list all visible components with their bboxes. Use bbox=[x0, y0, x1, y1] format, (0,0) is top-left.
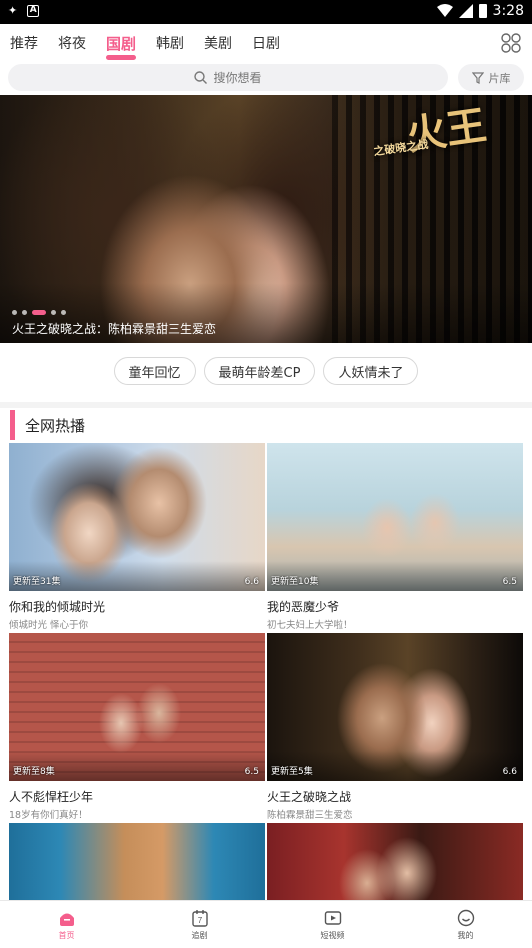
play-icon bbox=[324, 910, 341, 925]
episode-count: 更新至10集 bbox=[271, 577, 319, 587]
video-description: 初七夫妇上大学啦！ bbox=[267, 620, 353, 631]
episode-count: 更新至5集 bbox=[271, 767, 313, 777]
library-filter-button[interactable]: 片库 bbox=[458, 64, 524, 91]
rating-score: 6.6 bbox=[244, 577, 259, 587]
video-thumbnail: 更新至31集 6.6 bbox=[9, 443, 265, 591]
wifi-icon bbox=[436, 4, 453, 17]
battery-icon bbox=[478, 4, 487, 18]
nav-home[interactable]: 首页 bbox=[0, 901, 133, 948]
video-description: 18岁有你们真好！ bbox=[9, 810, 88, 821]
tab-label: 韩剧 bbox=[156, 36, 185, 52]
calendar-icon: 7 bbox=[191, 909, 208, 927]
tab-label: 国剧 bbox=[106, 34, 137, 53]
video-thumbnail: 更新至5集 6.6 bbox=[267, 633, 523, 781]
rating-score: 6.5 bbox=[502, 577, 517, 587]
section-header: 全网热播 bbox=[10, 410, 85, 440]
nav-profile[interactable]: 我的 bbox=[399, 901, 532, 948]
pagination-dot bbox=[51, 310, 56, 315]
tab-recommend[interactable]: 推荐 bbox=[10, 33, 38, 53]
video-card[interactable]: 更新至31集 6.6 你和我的倾城时光 倾城时光 怿心于你 bbox=[9, 443, 265, 631]
video-card[interactable]: 更新至8集 6.5 人不彪悍枉少年 18岁有你们真好！ bbox=[9, 633, 265, 821]
rating-score: 6.5 bbox=[244, 767, 259, 777]
nav-label: 追剧 bbox=[191, 930, 208, 940]
tab-jiangye[interactable]: 将夜 bbox=[58, 33, 86, 53]
filter-icon bbox=[471, 71, 484, 84]
tab-label: 将夜 bbox=[58, 36, 86, 52]
tab-korean-drama[interactable]: 韩剧 bbox=[156, 33, 184, 53]
tab-label: 日剧 bbox=[252, 36, 281, 52]
calendar-day: 7 bbox=[197, 916, 202, 925]
episode-count: 更新至31集 bbox=[13, 577, 61, 587]
pagination-dot bbox=[22, 310, 27, 315]
bottom-navigation: 首页 7 追剧 短视频 我的 bbox=[0, 900, 532, 948]
nav-short-video[interactable]: 短视频 bbox=[266, 901, 399, 948]
featured-banner[interactable]: 火王 之破晓之战 火王之破晓之战：陈柏霖景甜三生爱恋 bbox=[0, 95, 532, 343]
tab-label: 推荐 bbox=[10, 36, 38, 52]
search-placeholder: 搜你想看 bbox=[213, 71, 262, 85]
profile-icon bbox=[457, 909, 474, 926]
pagination-dot bbox=[61, 310, 66, 315]
tab-chinese-drama[interactable]: 国剧 bbox=[106, 33, 137, 60]
section-divider bbox=[0, 402, 532, 408]
search-row: 搜你想看 片库 bbox=[0, 64, 532, 92]
section-accent-bar bbox=[10, 410, 15, 440]
status-time: 3:28 bbox=[492, 3, 524, 19]
nav-follow-drama[interactable]: 7 追剧 bbox=[133, 901, 266, 948]
signal-icon bbox=[458, 4, 473, 18]
chip-human-demon-love[interactable]: 人妖情未了 bbox=[323, 357, 419, 385]
tab-japanese-drama[interactable]: 日剧 bbox=[252, 33, 280, 53]
chip-age-gap-cp[interactable]: 最萌年龄差CP bbox=[203, 357, 316, 385]
home-icon bbox=[59, 913, 74, 926]
video-title: 我的恶魔少爷 bbox=[267, 600, 340, 614]
tab-american-drama[interactable]: 美剧 bbox=[204, 33, 232, 53]
banner-pagination bbox=[12, 310, 66, 315]
android-notification-icon: A bbox=[27, 4, 40, 17]
status-bar: ✦ A 3:28 bbox=[0, 0, 532, 24]
pagination-dot-active bbox=[32, 310, 46, 315]
nav-label: 我的 bbox=[457, 930, 474, 940]
pagination-dot bbox=[12, 310, 17, 315]
banner-caption: 火王之破晓之战：陈柏霖景甜三生爱恋 bbox=[12, 322, 217, 336]
nav-label: 短视频 bbox=[320, 930, 345, 940]
category-grid-icon[interactable] bbox=[500, 32, 522, 54]
video-title: 你和我的倾城时光 bbox=[9, 600, 106, 614]
video-thumbnail: 更新至8集 6.5 bbox=[9, 633, 265, 781]
video-title: 火王之破晓之战 bbox=[267, 790, 352, 804]
filter-label: 片库 bbox=[488, 71, 511, 85]
episode-count: 更新至8集 bbox=[13, 767, 55, 777]
video-description: 陈柏霖景甜三生爱恋 bbox=[267, 810, 353, 821]
video-card[interactable]: 更新至5集 6.6 火王之破晓之战 陈柏霖景甜三生爱恋 bbox=[267, 633, 523, 821]
active-tab-indicator bbox=[106, 54, 137, 60]
video-thumbnail: 更新至10集 6.5 bbox=[267, 443, 523, 591]
search-input[interactable]: 搜你想看 bbox=[8, 64, 448, 91]
search-icon bbox=[194, 71, 208, 84]
chip-childhood-memories[interactable]: 童年回忆 bbox=[113, 357, 196, 385]
category-tabs: 推荐 将夜 国剧 韩剧 美剧 日剧 bbox=[0, 24, 532, 62]
banner-show-logo: 火王 之破晓之战 bbox=[373, 99, 495, 171]
app-notification-icon: ✦ bbox=[8, 4, 18, 17]
video-title: 人不彪悍枉少年 bbox=[9, 790, 94, 804]
topic-chips: 童年回忆 最萌年龄差CP 人妖情未了 bbox=[0, 357, 532, 387]
video-card[interactable]: 更新至10集 6.5 我的恶魔少爷 初七夫妇上大学啦！ bbox=[267, 443, 523, 631]
nav-label: 首页 bbox=[58, 930, 75, 940]
video-description: 倾城时光 怿心于你 bbox=[9, 620, 89, 631]
tab-label: 美剧 bbox=[204, 36, 233, 52]
rating-score: 6.6 bbox=[502, 767, 517, 777]
section-title: 全网热播 bbox=[25, 416, 86, 435]
